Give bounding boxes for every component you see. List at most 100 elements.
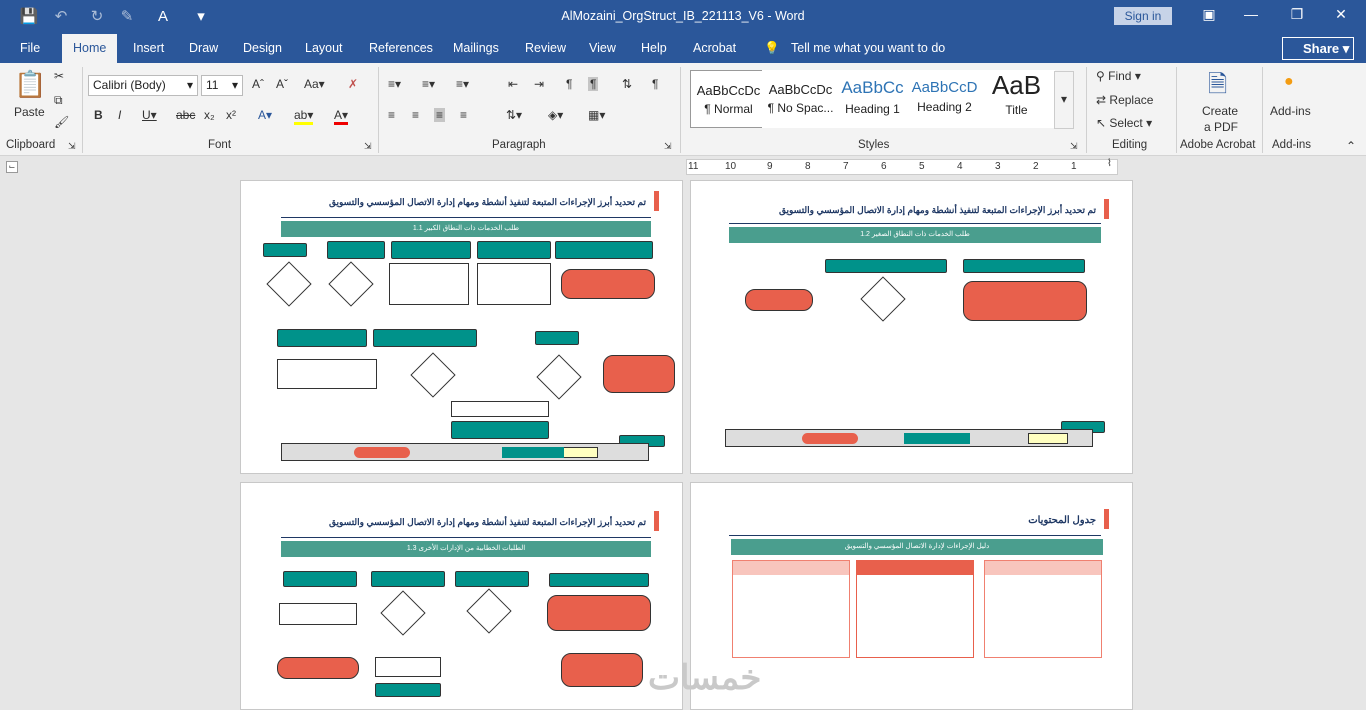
font-size-value: 11: [206, 78, 219, 92]
align-right-icon[interactable]: ≡: [434, 108, 446, 122]
tab-review[interactable]: Review: [525, 41, 566, 55]
line-spacing-icon[interactable]: ⇅▾: [506, 108, 522, 122]
indent-marker-icon[interactable]: ⌇: [1107, 158, 1112, 169]
style-heading-1[interactable]: AaBbCc Heading 1: [834, 70, 911, 128]
tab-draw[interactable]: Draw: [189, 41, 218, 55]
font-name-combo[interactable]: Calibri (Body) ▾: [88, 75, 198, 96]
tab-design[interactable]: Design: [243, 41, 282, 55]
format-painter-icon[interactable]: 🖌: [54, 115, 69, 129]
title-bar: 💾 ↶ ↻ ✎ A ▾ AlMozaini_OrgStruct_IB_22111…: [0, 0, 1366, 34]
select-icon: ↖: [1096, 116, 1107, 130]
tab-home[interactable]: Home: [62, 34, 118, 63]
shrink-font-icon[interactable]: Aˇ: [276, 77, 288, 91]
style-name: Heading 1: [845, 102, 900, 116]
copy-icon[interactable]: ⧉: [54, 93, 63, 108]
styles-more-button[interactable]: ▾: [1054, 71, 1074, 129]
replace-label: Replace: [1109, 93, 1154, 107]
maximize-button[interactable]: ❐: [1282, 6, 1312, 23]
tab-file[interactable]: File: [20, 41, 40, 55]
increase-indent-icon[interactable]: ⇥: [534, 77, 544, 91]
bullets-icon[interactable]: ≡▾: [388, 77, 401, 91]
collapse-ribbon-icon[interactable]: ⌃: [1346, 139, 1356, 153]
shading-icon[interactable]: ◈▾: [548, 108, 563, 122]
title-marker: [1104, 199, 1109, 219]
style-normal[interactable]: AaBbCcDc ¶ Normal: [690, 70, 767, 128]
ribbon-home: 📋 Paste ✂ ⧉ 🖌 Clipboard ⇲ Calibri (Body)…: [0, 63, 1366, 156]
tab-mailings[interactable]: Mailings: [453, 41, 499, 55]
tab-acrobat[interactable]: Acrobat: [693, 41, 736, 55]
ruler-tick: 7: [843, 161, 849, 172]
font-size-combo[interactable]: 11 ▾: [201, 75, 243, 96]
tab-selector-icon[interactable]: ⌙: [6, 161, 18, 173]
align-center-icon[interactable]: ≡: [412, 108, 419, 122]
sign-in-button[interactable]: Sign in: [1114, 7, 1172, 25]
tab-help[interactable]: Help: [641, 41, 667, 55]
borders-icon[interactable]: ▦▾: [588, 108, 605, 122]
sort-icon[interactable]: ⇅: [622, 77, 632, 91]
style-no-spacing[interactable]: AaBbCcDc ¶ No Spac...: [762, 70, 839, 128]
select-button[interactable]: ↖ Select ▾: [1096, 116, 1152, 130]
justify-icon[interactable]: ≡: [460, 108, 467, 122]
tab-view[interactable]: View: [589, 41, 616, 55]
create-pdf-label-2[interactable]: a PDF: [1204, 120, 1238, 134]
tab-insert[interactable]: Insert: [133, 41, 164, 55]
share-label: Share: [1303, 41, 1340, 56]
font-name-value: Calibri (Body): [93, 78, 166, 92]
font-launcher-icon[interactable]: ⇲: [364, 141, 372, 152]
strikethrough-icon[interactable]: abc: [176, 108, 195, 122]
style-heading-2[interactable]: AaBbCcD Heading 2: [906, 70, 983, 128]
ruler-tick: 4: [957, 161, 963, 172]
close-button[interactable]: ✕: [1326, 6, 1356, 23]
swimlane-box: [277, 329, 367, 347]
share-button[interactable]: Share ▾: [1282, 37, 1354, 60]
tell-me-search[interactable]: Tell me what you want to do: [791, 41, 945, 55]
bold-icon[interactable]: B: [94, 108, 103, 122]
pdf-icon[interactable]: 🗎: [1208, 67, 1227, 108]
font-color-icon[interactable]: A▾: [334, 108, 349, 125]
end-box: [277, 657, 359, 679]
paste-icon[interactable]: 📋: [14, 69, 46, 100]
swimlane-box: [549, 573, 649, 587]
clipboard-launcher-icon[interactable]: ⇲: [68, 141, 76, 152]
replace-button[interactable]: ⇄ Replace: [1096, 93, 1153, 107]
page-1[interactable]: تم تحديد أبرز الإجراءات المتبعة لتنفيذ أ…: [240, 180, 683, 474]
paragraph-launcher-icon[interactable]: ⇲: [664, 141, 672, 152]
rtl-icon[interactable]: ¶: [566, 77, 572, 91]
tab-layout[interactable]: Layout: [305, 41, 343, 55]
highlight-icon[interactable]: ab▾: [294, 108, 314, 125]
align-left-icon[interactable]: ≡: [388, 108, 395, 122]
minimize-button[interactable]: —: [1236, 6, 1266, 22]
superscript-icon[interactable]: x²: [226, 108, 236, 122]
clear-formatting-icon[interactable]: ✗: [348, 77, 358, 91]
horizontal-ruler[interactable]: 11 10 9 8 7 6 5 4 3 2 1 ⌇: [686, 158, 1118, 175]
text-effects-icon[interactable]: A▾: [258, 108, 272, 122]
watermark: خمسات: [648, 659, 762, 697]
grow-font-icon[interactable]: Aˆ: [252, 77, 264, 91]
italic-icon[interactable]: I: [118, 108, 121, 122]
section-header: 1.3 الطلبات الخطابية من الإدارات الأخرى: [281, 541, 651, 557]
addins-icon[interactable]: ●: [1284, 73, 1294, 91]
subscript-icon[interactable]: x₂: [204, 108, 215, 122]
page-2[interactable]: تم تحديد أبرز الإجراءات المتبعة لتنفيذ أ…: [690, 180, 1133, 474]
ltr-icon[interactable]: ¶: [588, 77, 599, 91]
page-3[interactable]: تم تحديد أبرز الإجراءات المتبعة لتنفيذ أ…: [240, 482, 683, 710]
show-marks-icon[interactable]: ¶: [652, 77, 658, 91]
change-case-icon[interactable]: Aa▾: [304, 77, 325, 91]
decrease-indent-icon[interactable]: ⇤: [508, 77, 518, 91]
numbering-icon[interactable]: ≡▾: [422, 77, 435, 91]
ribbon-display-icon[interactable]: ▣: [1194, 6, 1224, 23]
find-button[interactable]: ⚲ Find ▾: [1096, 69, 1141, 83]
separator: [82, 67, 83, 153]
cut-icon[interactable]: ✂: [54, 69, 64, 83]
underline-icon[interactable]: U▾: [142, 108, 157, 122]
style-preview: AaBbCcD: [911, 79, 978, 96]
create-pdf-label-1[interactable]: Create: [1202, 104, 1238, 118]
addins-button[interactable]: Add-ins: [1270, 104, 1311, 118]
style-title[interactable]: AaB Title: [978, 70, 1055, 128]
page-title: تم تحديد أبرز الإجراءات المتبعة لتنفيذ أ…: [329, 197, 646, 207]
tab-references[interactable]: References: [369, 41, 433, 55]
paste-button[interactable]: Paste: [14, 105, 45, 119]
styles-launcher-icon[interactable]: ⇲: [1070, 141, 1078, 152]
page-title: جدول المحتويات: [1028, 515, 1096, 526]
multilevel-list-icon[interactable]: ≡▾: [456, 77, 469, 91]
